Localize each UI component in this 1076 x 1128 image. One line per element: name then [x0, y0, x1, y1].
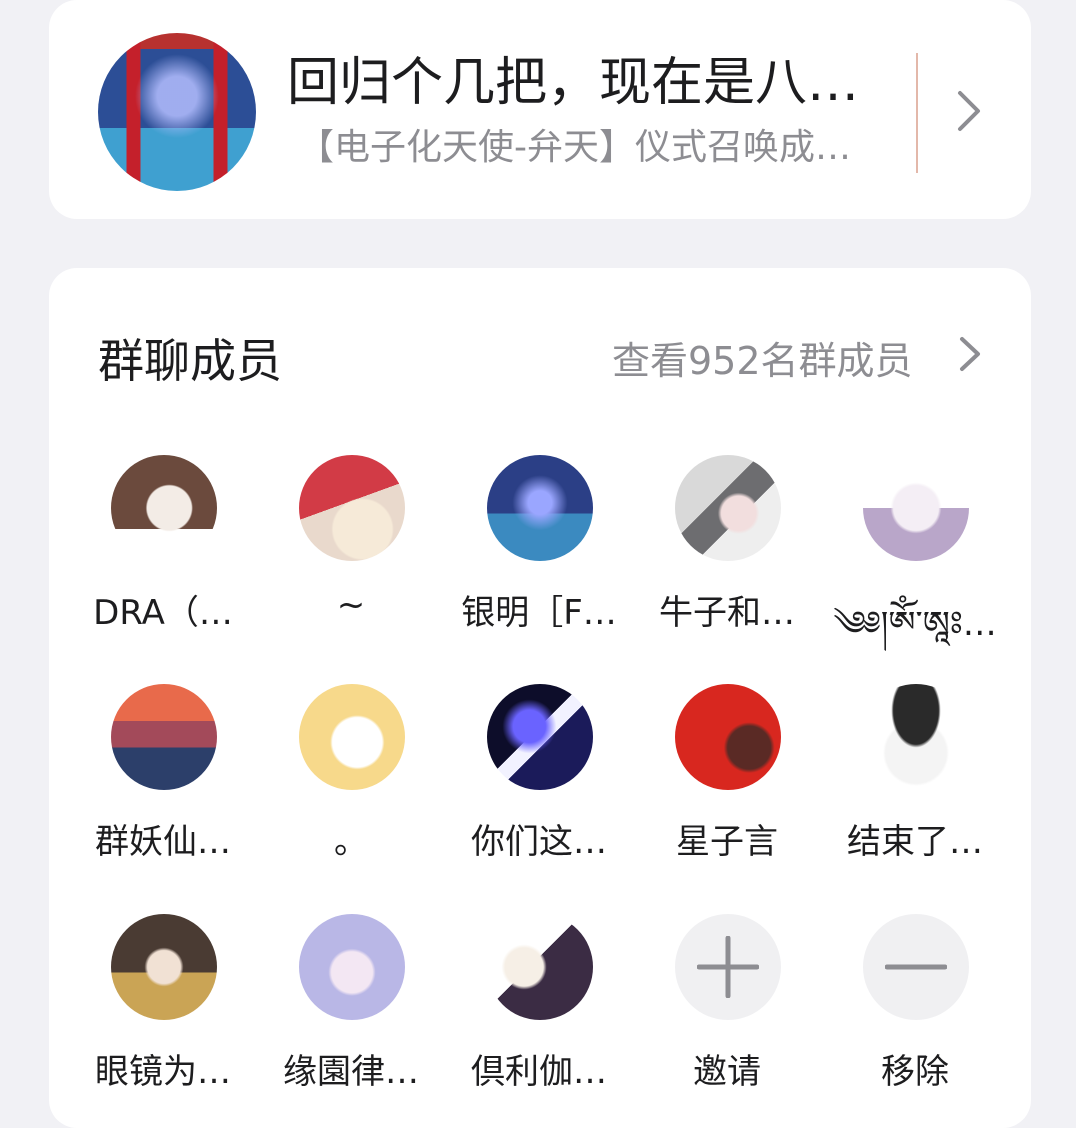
- group-avatar: [98, 33, 256, 191]
- member-avatar[interactable]: [487, 914, 593, 1020]
- member-avatar[interactable]: [111, 684, 217, 790]
- member-name: 群妖仙…: [95, 822, 231, 862]
- member-name: 眼镜为…: [95, 1052, 231, 1092]
- minus-icon[interactable]: [885, 936, 947, 998]
- member-name: ~: [336, 585, 366, 625]
- plus-icon[interactable]: [697, 936, 759, 998]
- member-avatar[interactable]: [863, 684, 969, 790]
- member-item[interactable]: ༄༅།ཨོཾ་ཨཱཿ…: [825, 455, 1005, 644]
- member-name: 。: [334, 822, 368, 862]
- member-name: 倶利伽…: [471, 1052, 607, 1092]
- member-item[interactable]: DRA（…: [73, 455, 253, 635]
- member-item[interactable]: 牛子和…: [637, 455, 817, 635]
- invite-button[interactable]: 邀请: [637, 914, 817, 1094]
- member-name: 结束了…: [847, 822, 983, 862]
- vertical-divider: [916, 53, 918, 173]
- member-avatar[interactable]: [675, 455, 781, 561]
- group-name: 回归个几把，现在是八…: [287, 53, 860, 113]
- view-all-members-link[interactable]: 查看952名群成员: [612, 330, 913, 385]
- member-name: DRA（…: [93, 593, 233, 633]
- member-avatar[interactable]: [299, 455, 405, 561]
- member-item[interactable]: 群妖仙…: [73, 684, 253, 864]
- member-item[interactable]: 银明［F…: [449, 455, 629, 635]
- member-avatar[interactable]: [111, 914, 217, 1020]
- member-avatar[interactable]: [299, 914, 405, 1020]
- member-avatar[interactable]: [487, 455, 593, 561]
- remove-label: 移除: [881, 1052, 949, 1092]
- member-item[interactable]: 。: [261, 684, 441, 864]
- remove-button[interactable]: 移除: [825, 914, 1005, 1094]
- chevron-right-icon[interactable]: [956, 334, 984, 374]
- group-subtitle: 【电子化天使-弁天】仪式召唤成…: [298, 127, 851, 168]
- member-name: 缘園律…: [283, 1052, 419, 1092]
- member-item[interactable]: 你们这…: [449, 684, 629, 864]
- member-name: 银明［F…: [461, 593, 617, 633]
- member-item[interactable]: 结束了…: [825, 684, 1005, 864]
- member-item[interactable]: ~: [261, 455, 441, 635]
- member-item[interactable]: 星子言: [637, 684, 817, 864]
- member-avatar[interactable]: [675, 684, 781, 790]
- member-name: 牛子和…: [659, 593, 795, 633]
- member-item[interactable]: 眼镜为…: [73, 914, 253, 1094]
- member-item[interactable]: 缘園律…: [261, 914, 441, 1094]
- member-avatar[interactable]: [487, 684, 593, 790]
- member-name: 你们这…: [471, 822, 607, 862]
- member-avatar[interactable]: [111, 455, 217, 561]
- invite-label: 邀请: [693, 1052, 761, 1092]
- chevron-right-icon[interactable]: [951, 86, 987, 136]
- member-avatar[interactable]: [863, 455, 969, 561]
- member-name: 星子言: [676, 822, 778, 862]
- member-name: ༄༅།ཨོཾ་ཨཱཿ…: [833, 604, 997, 644]
- members-section-title: 群聊成员: [98, 334, 282, 388]
- member-avatar[interactable]: [299, 684, 405, 790]
- member-item[interactable]: 倶利伽…: [449, 914, 629, 1094]
